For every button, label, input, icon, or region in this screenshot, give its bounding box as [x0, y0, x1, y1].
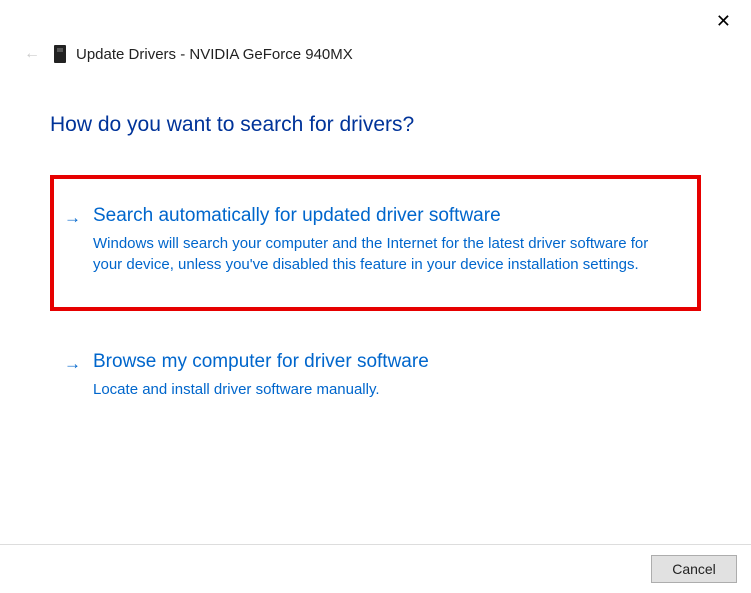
device-icon	[54, 45, 66, 63]
dialog-footer: Cancel	[0, 544, 751, 593]
option-description: Windows will search your computer and th…	[93, 233, 653, 275]
arrow-right-icon: →	[64, 208, 81, 228]
option-browse-computer[interactable]: → Browse my computer for driver software…	[50, 331, 701, 422]
cancel-button[interactable]: Cancel	[651, 555, 737, 583]
option-description: Locate and install driver software manua…	[93, 379, 653, 400]
close-icon[interactable]: ✕	[716, 12, 731, 30]
option-title: Search automatically for updated driver …	[93, 205, 683, 227]
option-search-automatically[interactable]: → Search automatically for updated drive…	[50, 175, 701, 311]
back-arrow-icon: ←	[24, 45, 40, 63]
arrow-right-icon: →	[64, 354, 81, 374]
page-heading: How do you want to search for drivers?	[50, 113, 701, 137]
option-title: Browse my computer for driver software	[93, 351, 683, 373]
dialog-title: Update Drivers - NVIDIA GeForce 940MX	[76, 46, 353, 63]
dialog-header: ← Update Drivers - NVIDIA GeForce 940MX	[0, 0, 751, 63]
